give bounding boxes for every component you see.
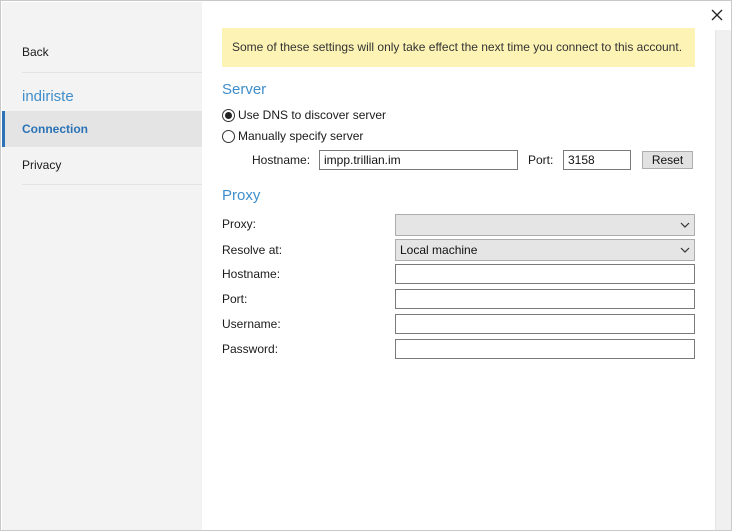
proxy-select[interactable] [395,214,695,236]
proxy-hostname-input[interactable] [395,264,695,284]
proxy-hostname-label: Hostname: [222,267,281,281]
resolve-at-value: Local machine [400,243,478,257]
use-dns-radio[interactable]: Use DNS to discover server [222,107,386,123]
proxy-username-label: Username: [222,317,281,331]
proxy-port-label: Port: [222,292,248,306]
divider [22,72,202,73]
proxy-port-input[interactable] [395,289,695,309]
sidebar-item-privacy[interactable]: Privacy [2,147,202,183]
proxy-label: Proxy: [222,217,257,231]
proxy-password-input[interactable] [395,339,695,359]
settings-window: Back indiriste Connection Privacy Some o… [0,0,732,531]
server-section-title: Server [222,81,267,98]
close-button[interactable] [708,6,726,24]
resolve-at-select[interactable]: Local machine [395,239,695,261]
radio-indicator[interactable] [222,129,235,143]
divider [22,184,202,185]
manual-server-label: Manually specify server [238,129,364,143]
proxy-password-label: Password: [222,342,279,356]
server-hostname-input[interactable] [319,150,518,170]
manual-server-radio[interactable]: Manually specify server [222,128,363,144]
reset-button[interactable]: Reset [642,151,693,169]
server-port-input[interactable] [563,150,631,170]
back-button[interactable]: Back [2,34,202,70]
resolve-at-label: Resolve at: [222,243,283,257]
scrollbar[interactable] [715,30,731,530]
notice-banner: Some of these settings will only take ef… [222,28,695,67]
radio-indicator[interactable] [222,108,235,122]
server-hostname-label: Hostname: [252,153,311,167]
chevron-down-icon [680,222,690,228]
use-dns-label: Use DNS to discover server [238,108,387,122]
proxy-section-title: Proxy [222,187,261,204]
proxy-username-input[interactable] [395,314,695,334]
server-port-label: Port: [528,153,554,167]
sidebar-item-connection[interactable]: Connection [2,111,202,147]
chevron-down-icon [680,247,690,253]
account-name: indiriste [22,88,74,105]
close-icon [711,9,723,21]
sidebar: Back indiriste Connection Privacy [2,2,202,530]
